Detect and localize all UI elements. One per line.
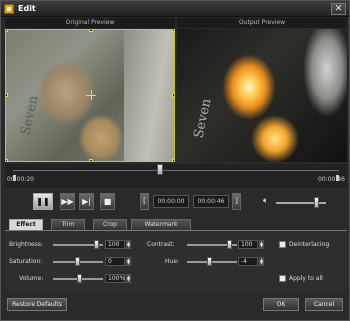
ok-button[interactable]: OK (263, 298, 299, 311)
crop-handle-bottom[interactable] (89, 159, 93, 161)
set-end-button[interactable]: ] (232, 193, 241, 210)
hue-label: Hue: (165, 258, 180, 265)
close-button[interactable]: ✕ (331, 3, 346, 15)
deinterlacing-label: Deinterlacing (289, 241, 330, 248)
edit-window: Edit ✕ Original Preview Output Preview S… (0, 0, 350, 321)
crop-center-icon-vertical[interactable] (91, 90, 92, 100)
start-time-field[interactable]: 00:00:00 (153, 195, 189, 208)
fast-forward-button[interactable]: ▶▶ (60, 193, 75, 210)
tab-watermark[interactable]: Watermark (131, 219, 191, 230)
brightness-label: Brightness: (9, 241, 43, 248)
effect-panel: Brightness: 100 ▲ ▼ Contrast: 100 ▲ ▼ Dein… (5, 230, 347, 292)
contrast-spinner[interactable]: ▲ ▼ (259, 240, 264, 249)
saturation-value[interactable]: 0 (105, 257, 125, 266)
timeline-start-time: 00:00:20 (7, 176, 34, 183)
apply-to-all-label: Apply to all (289, 275, 323, 282)
newspaper-page (124, 30, 174, 161)
hue-spinner[interactable]: ▲ ▼ (259, 257, 264, 266)
crop-handle-top-left[interactable] (6, 30, 8, 32)
pause-button[interactable]: ❚❚ (33, 193, 53, 210)
output-preview-label: Output Preview (177, 18, 347, 28)
restore-defaults-button[interactable]: Restore Defaults (7, 298, 67, 311)
hue-slider-track[interactable] (187, 261, 237, 263)
volume-label: Volume: (19, 275, 44, 282)
timeline-track[interactable] (13, 170, 339, 171)
stop-button[interactable]: ■ (100, 193, 115, 210)
tab-trim[interactable]: Trim (51, 219, 85, 230)
volume-value[interactable]: 100% (105, 274, 125, 283)
brightness-slider-thumb[interactable] (94, 240, 99, 249)
original-preview[interactable]: Seven (5, 29, 175, 162)
edit-tabs: Effect Trim Crop Watermark (5, 219, 347, 230)
window-title: Edit (18, 4, 36, 13)
output-preview: Seven (177, 29, 347, 162)
speaker-icon: 🔈︎ (263, 196, 269, 206)
crop-handle-top[interactable] (89, 30, 93, 32)
saturation-slider-thumb[interactable] (75, 257, 80, 266)
next-frame-button[interactable]: ▶| (79, 193, 94, 210)
saturation-spinner[interactable]: ▲ ▼ (126, 257, 131, 266)
contrast-label: Contrast: (147, 241, 175, 248)
crop-handle-top-right[interactable] (172, 30, 174, 32)
tab-effect[interactable]: Effect (9, 219, 43, 230)
crop-handle-bottom-left[interactable] (6, 159, 8, 161)
crop-handle-left[interactable] (6, 93, 8, 97)
dialog-footer: Restore Defaults OK Cancel (1, 295, 349, 320)
timeline[interactable]: 00:00:20 00:00:46 (5, 164, 347, 188)
end-time-field[interactable]: 00:00:46 (193, 195, 229, 208)
volume-spinner[interactable]: ▲ ▼ (126, 274, 131, 283)
timeline-end-time: 00:00:46 (318, 176, 345, 183)
original-preview-label: Original Preview (5, 18, 175, 28)
set-start-button[interactable]: [ (140, 193, 149, 210)
output-video-frame (177, 29, 347, 162)
app-icon (4, 4, 14, 14)
hue-slider-thumb[interactable] (207, 257, 212, 266)
brightness-spinner[interactable]: ▲ ▼ (126, 240, 131, 249)
saturation-label: Saturation: (9, 258, 43, 265)
timeline-playhead[interactable] (157, 164, 163, 175)
crop-handle-right[interactable] (172, 93, 174, 97)
contrast-slider-thumb[interactable] (227, 240, 232, 249)
apply-to-all-checkbox[interactable] (279, 275, 286, 282)
tab-crop[interactable]: Crop (93, 219, 127, 230)
hue-value[interactable]: -4 (238, 257, 258, 266)
volume-slider-thumb[interactable] (314, 197, 319, 208)
title-bar: Edit ✕ (1, 1, 349, 17)
crop-handle-bottom-right[interactable] (172, 159, 174, 161)
volume-effect-slider-thumb[interactable] (77, 274, 82, 283)
cancel-button[interactable]: Cancel (305, 298, 343, 311)
brightness-value[interactable]: 100 (105, 240, 125, 249)
transport-bar: ❚❚ ▶▶ ▶| ■ [ 00:00:00 00:00:46 ] 🔈︎ (5, 190, 347, 214)
deinterlacing-checkbox[interactable] (279, 241, 286, 248)
contrast-value[interactable]: 100 (238, 240, 258, 249)
